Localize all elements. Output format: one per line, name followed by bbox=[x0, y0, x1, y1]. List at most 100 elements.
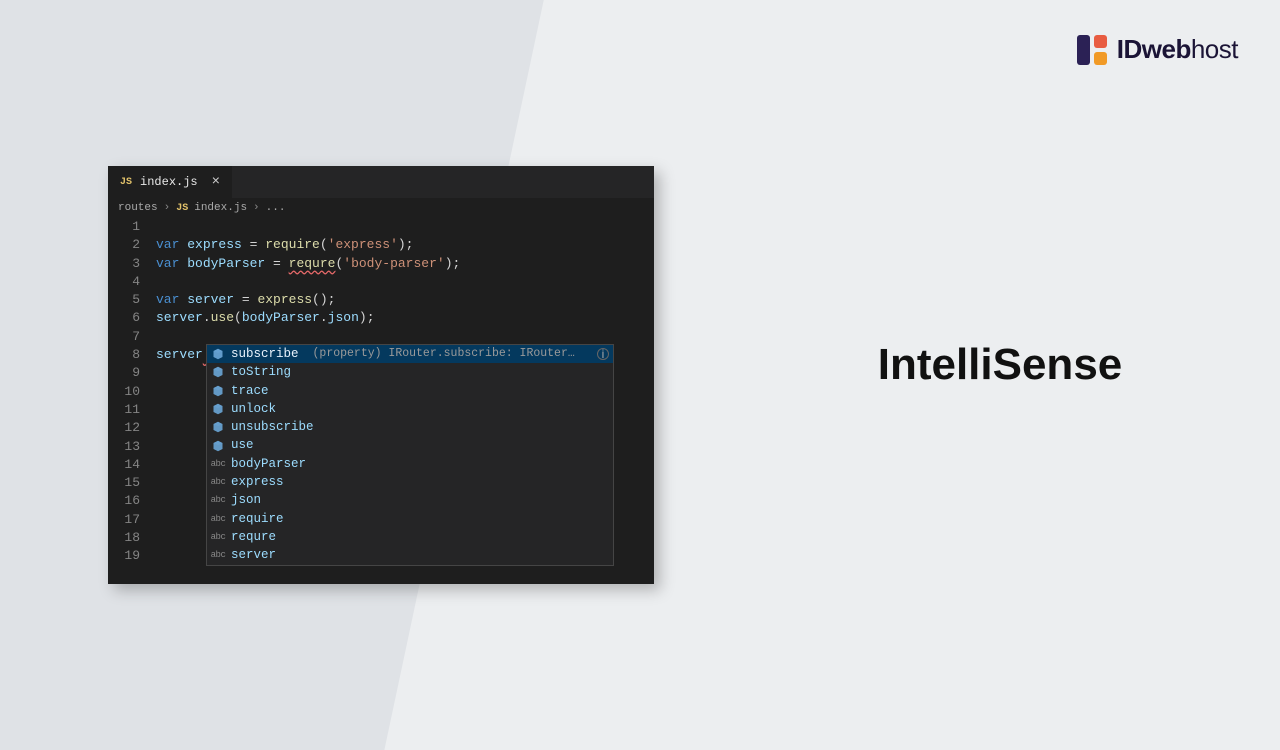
text-icon: abc bbox=[211, 494, 225, 508]
line-number: 2 bbox=[108, 236, 140, 254]
breadcrumb[interactable]: routes › JS index.js › ... bbox=[108, 198, 654, 218]
chevron-right-icon: › bbox=[164, 202, 171, 214]
suggestion-item[interactable]: subscribe (property) IRouter.subscribe: I… bbox=[207, 345, 613, 363]
string-literal: 'body-parser' bbox=[343, 256, 444, 271]
logo-shape bbox=[1077, 35, 1090, 65]
suggestion-item[interactable]: unsubscribe bbox=[207, 418, 613, 436]
line-number: 18 bbox=[108, 529, 140, 547]
suggestion-item[interactable]: abcjson bbox=[207, 491, 613, 509]
tab-index-js[interactable]: JS index.js × bbox=[108, 166, 232, 198]
suggestion-label: use bbox=[231, 436, 254, 454]
string-literal: 'express' bbox=[328, 237, 398, 252]
info-icon[interactable]: i bbox=[597, 348, 609, 360]
suggestion-label: express bbox=[231, 473, 284, 491]
chevron-right-icon: › bbox=[253, 202, 260, 214]
editor-tabbar: JS index.js × bbox=[108, 166, 654, 198]
line-number: 10 bbox=[108, 383, 140, 401]
line-number: 9 bbox=[108, 364, 140, 382]
page-title: IntelliSense bbox=[720, 340, 1280, 390]
line-number: 15 bbox=[108, 474, 140, 492]
intellisense-popup[interactable]: subscribe (property) IRouter.subscribe: I… bbox=[206, 344, 614, 566]
line-number: 12 bbox=[108, 419, 140, 437]
function-call: express bbox=[257, 292, 312, 307]
call-suffix: (); bbox=[312, 292, 335, 307]
suggestion-label: subscribe bbox=[231, 345, 299, 363]
suggestion-item[interactable]: trace bbox=[207, 382, 613, 400]
identifier: server bbox=[187, 292, 234, 307]
keyword: var bbox=[156, 237, 179, 252]
keyword: var bbox=[156, 256, 179, 271]
js-file-icon: JS bbox=[120, 177, 132, 188]
paren: ( bbox=[234, 310, 242, 325]
method-icon bbox=[211, 347, 225, 361]
keyword: var bbox=[156, 292, 179, 307]
function-call: use bbox=[211, 310, 234, 325]
paren: ); bbox=[359, 310, 375, 325]
line-number: 3 bbox=[108, 255, 140, 273]
logo-shape bbox=[1094, 35, 1107, 48]
line-number: 14 bbox=[108, 456, 140, 474]
method-icon bbox=[211, 365, 225, 379]
method-icon bbox=[211, 384, 225, 398]
operator: = bbox=[234, 292, 257, 307]
suggestion-label: unlock bbox=[231, 400, 276, 418]
text-icon: abc bbox=[211, 530, 225, 544]
identifier: server bbox=[156, 310, 203, 325]
identifier: json bbox=[328, 310, 359, 325]
breadcrumb-folder: routes bbox=[118, 202, 158, 214]
brand-name: IDwebhost bbox=[1117, 34, 1238, 65]
suggestion-label: requre bbox=[231, 528, 276, 546]
identifier: server bbox=[156, 347, 203, 362]
line-number: 13 bbox=[108, 438, 140, 456]
text-icon: abc bbox=[211, 475, 225, 489]
operator: = bbox=[242, 237, 265, 252]
text-icon: abc bbox=[211, 548, 225, 562]
suggestion-item[interactable]: toString bbox=[207, 363, 613, 381]
code-content[interactable]: var express = require ( 'express'); var bo… bbox=[156, 218, 654, 566]
suggestion-item[interactable]: abc express bbox=[207, 473, 613, 491]
text-icon: abc bbox=[211, 457, 225, 471]
suggestion-detail: (property) IRouter.subscribe: IRouter… bbox=[313, 345, 587, 363]
method-icon bbox=[211, 420, 225, 434]
suggestion-label: bodyParser bbox=[231, 455, 306, 473]
line-number: 17 bbox=[108, 511, 140, 529]
identifier: bodyParser bbox=[242, 310, 320, 325]
identifier: bodyParser bbox=[187, 256, 265, 271]
text-icon: abc bbox=[211, 512, 225, 526]
suggestion-label: toString bbox=[231, 363, 291, 381]
line-number: 16 bbox=[108, 492, 140, 510]
line-number: 5 bbox=[108, 291, 140, 309]
logo-shape bbox=[1094, 52, 1107, 65]
paren: ); bbox=[445, 256, 461, 271]
suggestion-item[interactable]: abc server bbox=[207, 546, 613, 564]
suggestion-item[interactable]: use bbox=[207, 436, 613, 454]
js-file-icon: JS bbox=[176, 203, 188, 214]
brand-name-bold: IDweb bbox=[1117, 34, 1191, 64]
line-number: 4 bbox=[108, 273, 140, 291]
code-area: 12345678910111213141516171819 var expres… bbox=[108, 218, 654, 566]
suggestion-label: require bbox=[231, 510, 284, 528]
breadcrumb-file: index.js bbox=[194, 202, 247, 214]
line-number: 7 bbox=[108, 328, 140, 346]
suggestion-label: json bbox=[231, 491, 261, 509]
line-number: 19 bbox=[108, 547, 140, 565]
close-icon[interactable]: × bbox=[212, 174, 220, 190]
brand-logo: IDwebhost bbox=[1077, 34, 1238, 65]
suggestion-label: trace bbox=[231, 382, 269, 400]
paren: ); bbox=[398, 237, 414, 252]
suggestion-item[interactable]: unlock bbox=[207, 400, 613, 418]
operator: = bbox=[265, 256, 288, 271]
code-editor-window: JS index.js × routes › JS index.js › ...… bbox=[108, 166, 654, 584]
method-icon bbox=[211, 439, 225, 453]
function-call: requre bbox=[289, 256, 336, 271]
brand-name-light: host bbox=[1191, 34, 1238, 64]
dot: . bbox=[320, 310, 328, 325]
tab-filename: index.js bbox=[140, 175, 198, 189]
breadcrumb-rest: ... bbox=[266, 202, 286, 214]
suggestion-item[interactable]: abc requre bbox=[207, 528, 613, 546]
method-icon bbox=[211, 402, 225, 416]
line-number: 8 bbox=[108, 346, 140, 364]
suggestion-item[interactable]: abc require bbox=[207, 510, 613, 528]
suggestion-label: server bbox=[231, 546, 276, 564]
suggestion-item[interactable]: abc bodyParser bbox=[207, 455, 613, 473]
